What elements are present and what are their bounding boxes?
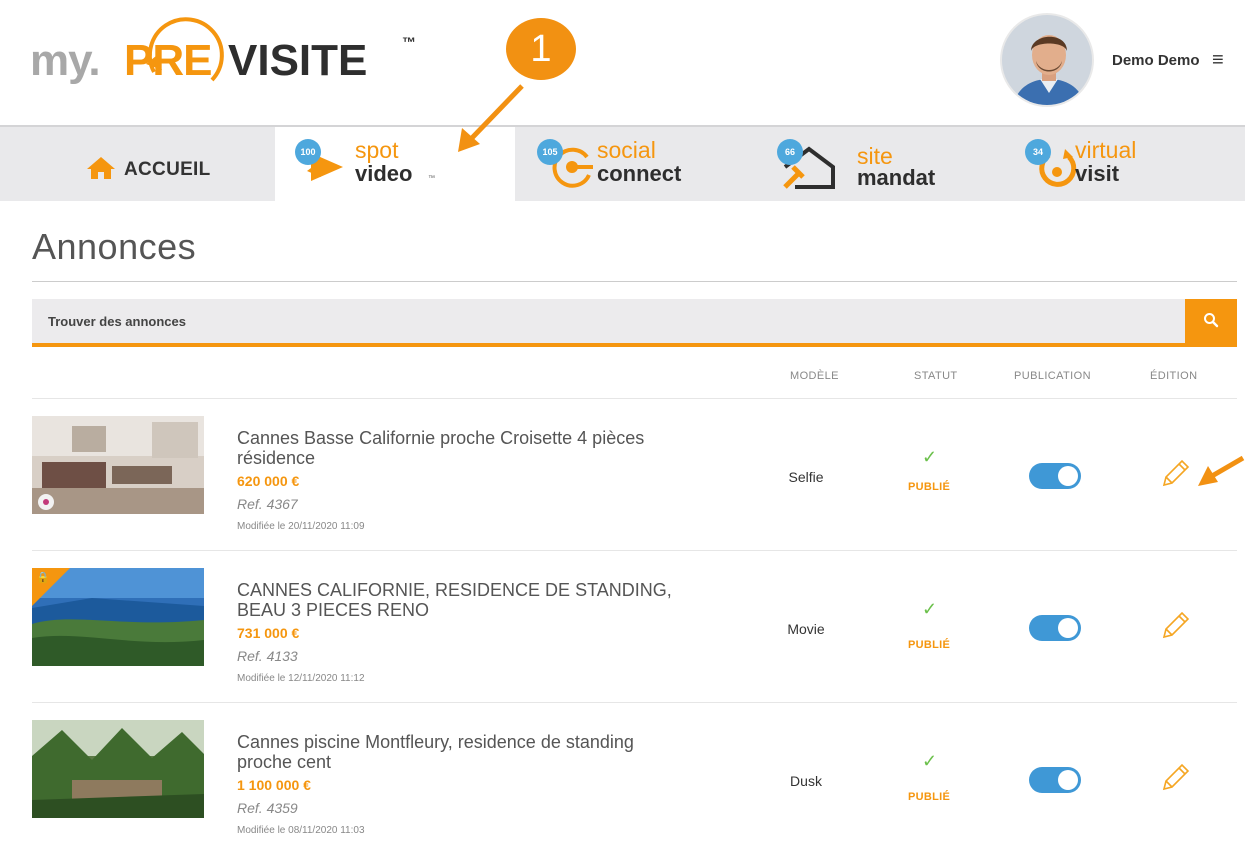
tab-social-connect[interactable]: 105 social connect [515, 127, 755, 203]
search-bar [32, 299, 1237, 347]
tab-line2: video [355, 161, 413, 186]
tab-line1: site [857, 143, 893, 169]
logo-pre: PRE [124, 36, 212, 85]
publication-toggle[interactable] [1029, 767, 1081, 793]
search-icon [1204, 312, 1219, 327]
listing-price: 1 100 000 € [237, 777, 311, 793]
avatar[interactable] [1000, 13, 1094, 107]
pencil-icon[interactable] [1160, 459, 1190, 489]
tab-line2: visit [1075, 161, 1120, 186]
tab-accueil-label: ACCUEIL [124, 159, 211, 180]
page-title: Annonces [32, 226, 197, 267]
tab-accueil[interactable]: ACCUEIL [0, 127, 275, 203]
listing-title[interactable]: Cannes Basse Californie proche Croisette… [237, 429, 707, 447]
annotation-badge: 1 [506, 18, 576, 80]
listing-thumbnail[interactable] [32, 416, 204, 514]
listing-title[interactable]: Cannes piscine Montfleury, residence de … [237, 733, 707, 751]
column-header-edition: ÉDITION [1150, 370, 1198, 382]
listing-ref: Ref. 4133 [237, 648, 298, 664]
listing-ref: Ref. 4359 [237, 800, 298, 816]
status-badge: PUBLIÉ [908, 639, 951, 651]
table-row[interactable]: Cannes Basse Californie proche Croisette… [32, 399, 1237, 551]
listing-title-line2[interactable]: BEAU 3 PIECES RENO [237, 601, 707, 619]
publication-toggle[interactable] [1029, 463, 1081, 489]
check-icon: ✓ [922, 447, 938, 467]
publication-toggle[interactable] [1029, 615, 1081, 641]
search-button[interactable] [1185, 299, 1237, 343]
column-header-publication: PUBLICATION [1014, 370, 1091, 382]
myprevisite-logo[interactable]: my. PRE VISITE ™ [30, 17, 430, 98]
listing-title-line2[interactable]: proche cent [237, 753, 707, 771]
tab-virtual-visit[interactable]: 34 virtual visit [995, 127, 1245, 203]
tab-line1: spot [355, 137, 399, 163]
hamburger-icon[interactable]: ≡ [1212, 50, 1224, 70]
lock-icon: 🔒 [36, 572, 50, 584]
check-icon: ✓ [922, 751, 938, 771]
tab-line2: mandat [857, 165, 936, 190]
tab-count-badge: 100 [295, 139, 321, 165]
tab-trademark: ™ [428, 175, 435, 182]
tab-count-badge: 66 [777, 139, 803, 165]
status-badge: PUBLIÉ [908, 481, 951, 493]
check-icon: ✓ [922, 599, 938, 619]
status-badge: PUBLIÉ [908, 791, 951, 803]
title-divider [32, 281, 1237, 282]
listing-title-line2[interactable]: résidence [237, 449, 707, 467]
tab-count-badge: 105 [537, 139, 563, 165]
tab-count-badge: 34 [1025, 139, 1051, 165]
listing-photo [32, 720, 204, 818]
logo-visite: VISITE [228, 36, 368, 85]
tab-spot-video[interactable]: 100 spot video ™ [275, 127, 515, 203]
tab-site-mandat[interactable]: 66 site mandat [755, 127, 995, 203]
tab-line2: connect [597, 161, 682, 186]
home-icon [87, 157, 115, 179]
column-header-status: STATUT [914, 370, 958, 382]
listing-photo [32, 416, 204, 514]
listing-thumbnail[interactable] [32, 720, 204, 818]
product-tabs: ACCUEIL 100 spot video ™ 105 social conn… [0, 125, 1245, 203]
search-input[interactable] [32, 299, 1185, 343]
pencil-icon[interactable] [1160, 763, 1190, 793]
user-portrait-icon [1002, 15, 1092, 105]
table-row[interactable]: 🔒 CANNES CALIFORNIE, RESIDENCE DE STANDI… [32, 551, 1237, 703]
listing-price: 731 000 € [237, 625, 300, 641]
listing-modified-date: Modifiée le 20/11/2020 11:09 [237, 521, 365, 532]
tab-line1: virtual [1075, 137, 1137, 163]
listing-modified-date: Modifiée le 08/11/2020 11:03 [237, 825, 365, 836]
listing-modified-date: Modifiée le 12/11/2020 11:12 [237, 673, 365, 684]
table-row[interactable]: Cannes piscine Montfleury, residence de … [32, 703, 1237, 848]
listing-price: 620 000 € [237, 473, 300, 489]
listing-thumbnail[interactable]: 🔒 [32, 568, 204, 666]
pencil-icon[interactable] [1160, 611, 1190, 641]
logo-my: my. [30, 36, 101, 85]
listing-title[interactable]: CANNES CALIFORNIE, RESIDENCE DE STANDING… [237, 581, 707, 599]
user-name[interactable]: Demo Demo [1112, 52, 1200, 69]
column-header-model: MODÈLE [790, 370, 839, 382]
logo-trademark: ™ [402, 34, 416, 50]
listing-ref: Ref. 4367 [237, 496, 298, 512]
header: my. PRE VISITE ™ Demo Demo ≡ [0, 0, 1245, 125]
tab-line1: social [597, 137, 656, 163]
